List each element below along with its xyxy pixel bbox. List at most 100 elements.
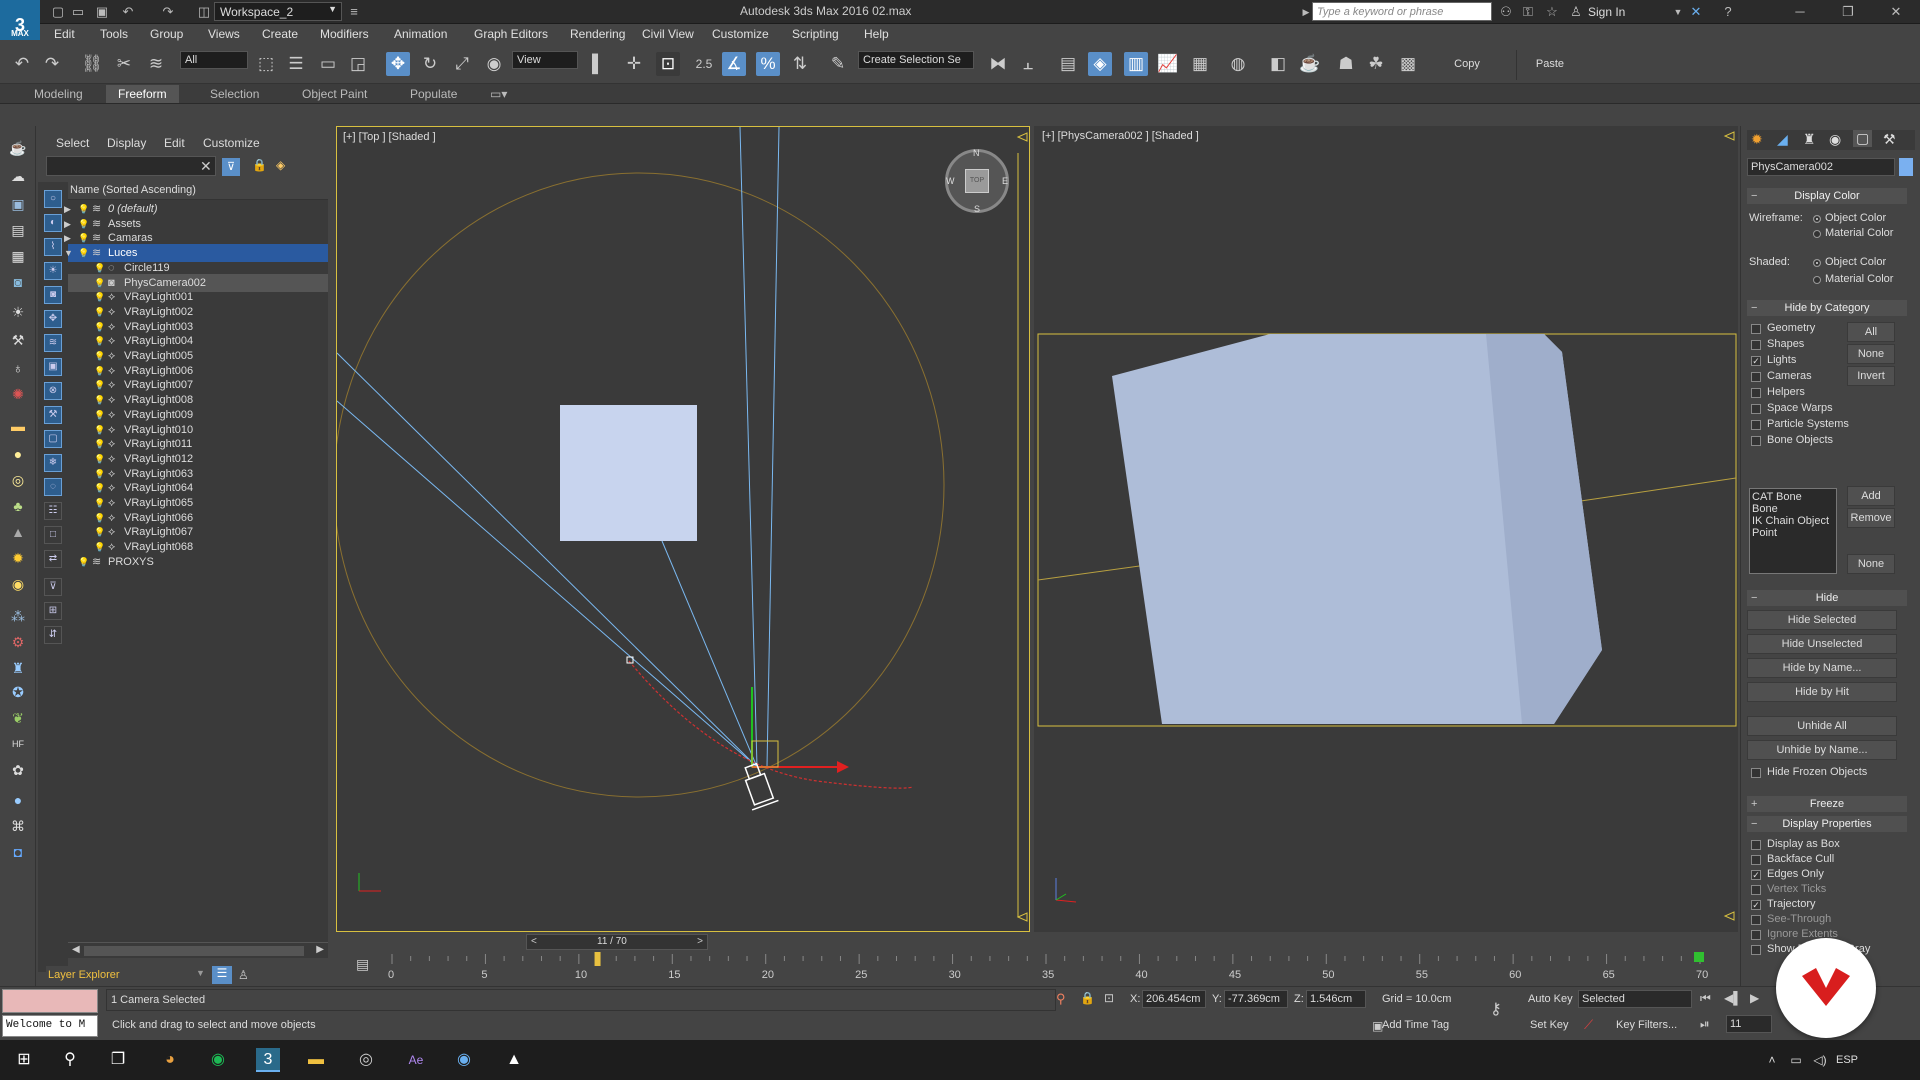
wireframe-material-color-radio[interactable]: [1813, 230, 1821, 238]
spotify-icon[interactable]: ◉: [206, 1048, 230, 1072]
material-editor-icon[interactable]: ◍: [1226, 52, 1250, 76]
visibility-bulb-icon[interactable]: 💡: [94, 379, 105, 391]
visibility-bulb-icon[interactable]: 💡: [78, 232, 89, 244]
category-checkbox[interactable]: [1751, 388, 1761, 398]
scroll-left-icon[interactable]: ◀: [72, 944, 80, 955]
globe-icon[interactable]: ✪: [7, 682, 29, 702]
hf-icon[interactable]: HF: [7, 734, 29, 754]
particle-icon[interactable]: ⁂: [7, 606, 29, 626]
visibility-bulb-icon[interactable]: 💡: [94, 291, 105, 303]
maxscript-listener-top[interactable]: [2, 989, 98, 1013]
visibility-bulb-icon[interactable]: 💡: [94, 409, 105, 421]
mini-curve-editor-icon[interactable]: ▤: [356, 956, 369, 973]
grid-icon[interactable]: ▦: [7, 246, 29, 266]
after-effects-icon[interactable]: Ae: [404, 1048, 428, 1072]
3dsmax-taskbar-icon[interactable]: 3: [256, 1048, 280, 1072]
play-icon[interactable]: ▶: [1750, 991, 1759, 1005]
wireframe-object-color-radio[interactable]: [1813, 215, 1821, 223]
mirror-icon[interactable]: ⧓: [986, 52, 1010, 76]
visibility-bulb-icon[interactable]: 💡: [78, 203, 89, 215]
open-file-icon[interactable]: ▭: [70, 4, 86, 20]
restore-icon[interactable]: ❐: [1840, 4, 1856, 20]
rollout-freeze[interactable]: + Freeze: [1747, 796, 1907, 812]
render-production-icon[interactable]: ☗: [1334, 52, 1358, 76]
add-time-tag-button[interactable]: Add Time Tag: [1382, 1019, 1449, 1031]
select-and-rotate-icon[interactable]: ↻: [418, 52, 442, 76]
category-checkbox[interactable]: ✓: [1751, 356, 1761, 366]
hide-by-hit-button[interactable]: Hide by Hit: [1747, 682, 1897, 702]
spinner-snap-icon[interactable]: ⇅: [788, 52, 812, 76]
photos-icon[interactable]: ▲: [502, 1048, 526, 1072]
visibility-bulb-icon[interactable]: 💡: [94, 306, 105, 318]
undo-icon[interactable]: ↶: [120, 4, 136, 20]
unlink-icon[interactable]: ✂: [112, 52, 136, 76]
sort-by-hierarchy-icon[interactable]: ♙: [238, 968, 249, 982]
menu-civil-view[interactable]: Civil View: [642, 27, 694, 41]
visibility-bulb-icon[interactable]: 💡: [94, 277, 105, 289]
menu-graph-editors[interactable]: Graph Editors: [474, 27, 548, 41]
menu-create[interactable]: Create: [262, 27, 298, 41]
cone-icon[interactable]: ▲: [7, 522, 29, 542]
menu-views[interactable]: Views: [208, 27, 240, 41]
hide-frozen-checkbox[interactable]: [1751, 768, 1761, 778]
category-add-button[interactable]: Add: [1847, 486, 1895, 506]
hierarchy-icon[interactable]: ♁: [7, 358, 29, 378]
wrench-icon[interactable]: ⚒: [7, 330, 29, 350]
copy-button[interactable]: Copy: [1420, 58, 1514, 70]
viewport-top[interactable]: [+] [Top ] [Shaded ] TOP N S E W: [336, 126, 1030, 932]
category-list-item[interactable]: IK Chain Object: [1752, 515, 1834, 527]
expand-icon[interactable]: ▶: [64, 203, 76, 215]
category-list-item[interactable]: Bone: [1752, 503, 1834, 515]
isolate-selection-icon[interactable]: ⚲: [1056, 991, 1066, 1007]
display-containers-icon[interactable]: ▢: [44, 430, 62, 448]
scroll-thumb[interactable]: [84, 946, 304, 956]
selection-filter-dropdown[interactable]: All: [180, 51, 248, 69]
favorites-star-icon[interactable]: ☆: [1544, 4, 1560, 20]
category-list-item[interactable]: Point: [1752, 527, 1834, 539]
rollout-hide[interactable]: − Hide: [1747, 590, 1907, 606]
visibility-bulb-icon[interactable]: 💡: [94, 497, 105, 509]
visibility-bulb-icon[interactable]: 💡: [94, 350, 105, 362]
current-frame-field[interactable]: 11: [1726, 1015, 1772, 1033]
snaps-toggle[interactable]: 2.5: [692, 52, 716, 76]
category-list-item[interactable]: CAT Bone: [1752, 491, 1834, 503]
paint-icon[interactable]: ✿: [7, 760, 29, 780]
named-selection-dropdown[interactable]: Create Selection Se: [858, 51, 974, 69]
rendered-frame-window-icon[interactable]: ☕: [1298, 52, 1322, 76]
redo-icon[interactable]: ↷: [160, 4, 176, 20]
render-setup-icon[interactable]: ◧: [1266, 52, 1290, 76]
teapot-icon[interactable]: ☕: [7, 138, 29, 158]
box-icon[interactable]: ▬: [7, 416, 29, 436]
display-property-checkbox[interactable]: [1751, 915, 1761, 925]
display-property-checkbox[interactable]: [1751, 930, 1761, 940]
set-key-button[interactable]: Set Key: [1530, 1019, 1569, 1031]
prev-frame-icon[interactable]: <: [531, 936, 537, 947]
viewcube-face[interactable]: TOP: [965, 169, 989, 193]
display-property-checkbox[interactable]: [1751, 840, 1761, 850]
tree-scrollbar[interactable]: ◀ ▶: [68, 942, 328, 958]
prev-key-icon[interactable]: ◀▌: [1724, 991, 1742, 1005]
bind-space-warp-icon[interactable]: ≋: [144, 52, 168, 76]
display-property-checkbox[interactable]: [1751, 855, 1761, 865]
scene-menu-edit[interactable]: Edit: [164, 136, 185, 150]
visibility-bulb-icon[interactable]: 💡: [94, 512, 105, 524]
track-bar[interactable]: 0 5 10 15 20 25 30 35 40 45 50 55 60 65 70: [330, 952, 1740, 986]
visibility-bulb-icon[interactable]: 💡: [94, 468, 105, 480]
reference-coordinate-dropdown[interactable]: View: [512, 51, 578, 69]
category-list-box[interactable]: CAT Bone Bone IK Chain Object Point: [1749, 488, 1837, 574]
visibility-bulb-icon[interactable]: 💡: [94, 394, 105, 406]
select-object-icon[interactable]: ⬚: [254, 52, 278, 76]
undo-button[interactable]: ↶: [10, 52, 34, 76]
unhide-all-button[interactable]: Unhide All: [1747, 716, 1897, 736]
viewcube-west[interactable]: W: [946, 176, 955, 186]
viewport-camera[interactable]: [+] [PhysCamera002 ] [Shaded ]: [1034, 126, 1738, 932]
scene-search-field[interactable]: [46, 156, 216, 176]
display-groups-icon[interactable]: ▣: [44, 358, 62, 376]
tab-freeform[interactable]: Freeform: [106, 85, 179, 103]
customize-quick-access-icon[interactable]: ≡: [346, 4, 362, 20]
render-activeshade-icon[interactable]: ▩: [1396, 52, 1420, 76]
visibility-bulb-icon[interactable]: 💡: [94, 335, 105, 347]
paste-button[interactable]: Paste: [1506, 58, 1594, 70]
camera-icon[interactable]: ◙: [7, 272, 29, 292]
light-icon[interactable]: ☀: [7, 302, 29, 322]
